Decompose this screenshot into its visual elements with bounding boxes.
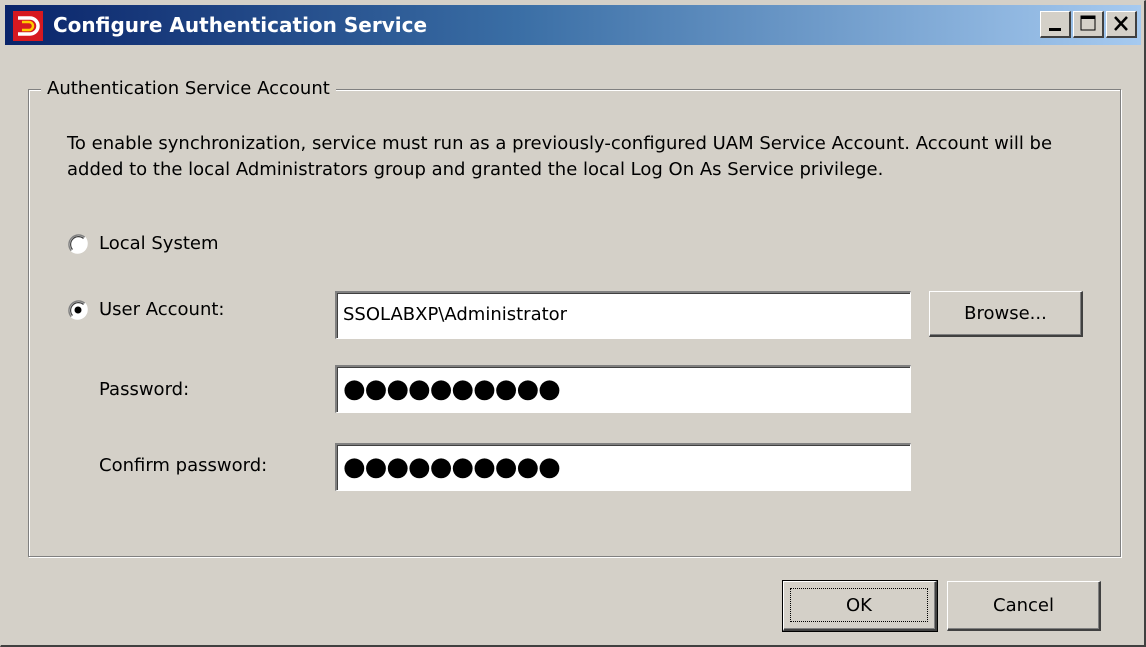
close-button[interactable] [1106,11,1137,38]
minimize-icon [1049,28,1061,31]
user-account-input[interactable]: SSOLABXP\Administrator [335,291,911,339]
account-description: To enable synchronization, service must … [67,133,1053,180]
password-label: Password: [99,379,190,400]
configure-authentication-dialog: Configure Authentication Service Authent… [0,0,1146,647]
local-system-radio[interactable] [67,233,89,255]
ok-button-label: OK [790,588,928,622]
confirm-password-input[interactable]: ●●●●●●●●●● [335,443,911,491]
confirm-password-label: Confirm password: [99,455,268,476]
cancel-button[interactable]: Cancel [947,581,1101,631]
user-account-radio[interactable] [67,299,89,321]
window-title: Configure Authentication Service [53,13,428,37]
local-system-label[interactable]: Local System [99,231,219,257]
title-bar[interactable]: Configure Authentication Service [5,5,1141,45]
user-account-label[interactable]: User Account: [99,297,225,323]
maximize-button[interactable] [1073,11,1104,38]
maximize-icon [1080,15,1096,31]
app-logo-icon [13,11,43,41]
minimize-button[interactable] [1040,11,1071,38]
close-icon [1114,16,1128,31]
password-input[interactable]: ●●●●●●●●●● [335,365,911,413]
browse-button[interactable]: Browse... [929,291,1083,337]
ok-button[interactable]: OK [782,580,938,632]
groupbox-legend: Authentication Service Account [41,75,336,103]
